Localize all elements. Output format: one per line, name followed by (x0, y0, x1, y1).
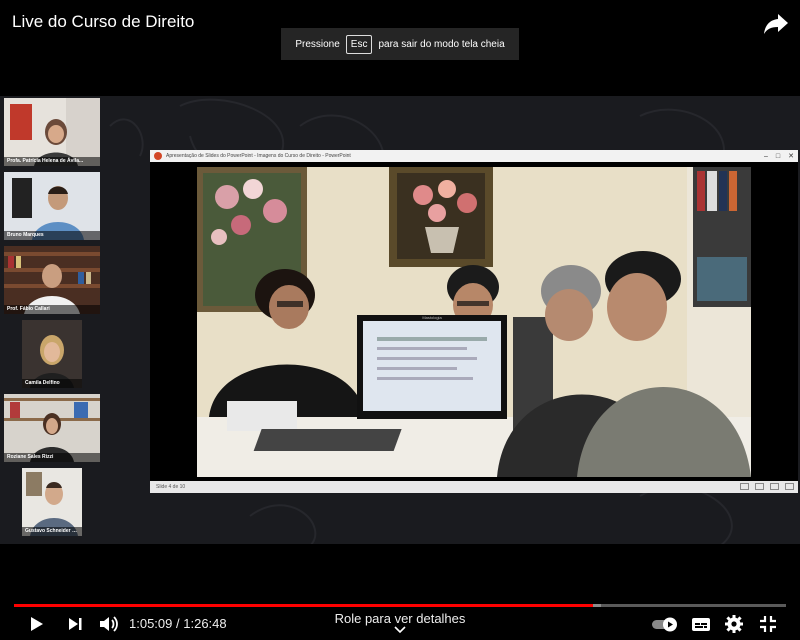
minimize-icon[interactable]: – (764, 153, 768, 160)
volume-icon[interactable] (98, 614, 120, 634)
participant-tile[interactable]: Camila Delfino (22, 320, 82, 388)
play-icon[interactable] (26, 614, 46, 634)
hint-prefix: Pressione (295, 38, 340, 50)
normal-view-icon[interactable] (740, 483, 749, 490)
maximize-icon[interactable]: □ (776, 153, 780, 160)
video-title[interactable]: Live do Curso de Direito (12, 12, 194, 32)
powerpoint-window-title: Apresentação de Slides do PowerPoint - I… (166, 153, 351, 159)
subtitles-icon[interactable] (690, 614, 712, 634)
participant-tile[interactable]: Bruno Marques (4, 172, 100, 240)
participant-video (4, 98, 100, 166)
participant-tile[interactable]: Prof. Fábio Callari (4, 246, 100, 314)
participant-name: Bruno Marques (4, 231, 100, 240)
share-icon[interactable] (762, 10, 790, 36)
details-hint[interactable]: Role para ver detalhes (300, 611, 500, 626)
chevron-down-icon[interactable] (394, 626, 406, 634)
participant-tile[interactable]: Gustavo Schneider Nunes (22, 468, 82, 536)
fullscreen-hint: Pressione Esc para sair do modo tela che… (281, 28, 519, 60)
participant-name: Prof. Fábio Callari (4, 305, 100, 314)
monitor-label: Mastologia (422, 315, 442, 320)
video-stage[interactable]: Profa. Patrícia Helena de Ávila... Bruno… (0, 96, 800, 544)
reading-view-icon[interactable] (770, 483, 779, 490)
window-controls: – □ ✕ (764, 150, 794, 162)
participant-name: Camila Delfino (22, 379, 82, 388)
participant-video (4, 246, 100, 314)
powerpoint-titlebar: Apresentação de Slides do PowerPoint - I… (150, 150, 798, 162)
time-display: 1:05:09 / 1:26:48 (129, 616, 227, 631)
next-icon[interactable] (66, 614, 84, 634)
top-bar: Live do Curso de Direito Pressione Esc p… (0, 0, 800, 96)
participant-video (22, 468, 82, 536)
powerpoint-window[interactable]: Apresentação de Slides do PowerPoint - I… (150, 150, 798, 493)
sorter-view-icon[interactable] (755, 483, 764, 490)
participant-video (4, 394, 100, 462)
time-separator: / (176, 616, 180, 631)
participant-tile[interactable]: Roziane Sales Rizzi (4, 394, 100, 462)
view-buttons (740, 483, 794, 490)
close-icon[interactable]: ✕ (788, 152, 794, 160)
current-time: 1:05:09 (129, 616, 173, 631)
slide-counter: Slide 4 de 10 (156, 484, 186, 490)
slide-photo: Mastologia (197, 167, 751, 477)
participant-video (22, 320, 82, 388)
hint-suffix: para sair do modo tela cheia (378, 38, 505, 50)
participant-tile[interactable]: Profa. Patrícia Helena de Ávila... (4, 98, 100, 166)
participant-name: Profa. Patrícia Helena de Ávila... (4, 157, 100, 166)
player-controls: 1:05:09 / 1:26:48 Role para ver detalhes (0, 544, 800, 640)
autoplay-toggle-icon[interactable] (650, 614, 682, 634)
participant-name: Gustavo Schneider Nunes (22, 527, 82, 536)
progress-bar[interactable] (14, 604, 786, 607)
participant-name: Roziane Sales Rizzi (4, 453, 100, 462)
participant-video (4, 172, 100, 240)
progress-played (14, 604, 593, 607)
powerpoint-statusbar: Slide 4 de 10 (150, 481, 798, 493)
exit-fullscreen-icon[interactable] (758, 614, 778, 634)
esc-key-badge: Esc (345, 34, 373, 54)
powerpoint-icon (154, 152, 162, 160)
duration: 1:26:48 (183, 616, 227, 631)
slideshow-view-icon[interactable] (785, 483, 794, 490)
settings-icon[interactable] (724, 614, 744, 634)
